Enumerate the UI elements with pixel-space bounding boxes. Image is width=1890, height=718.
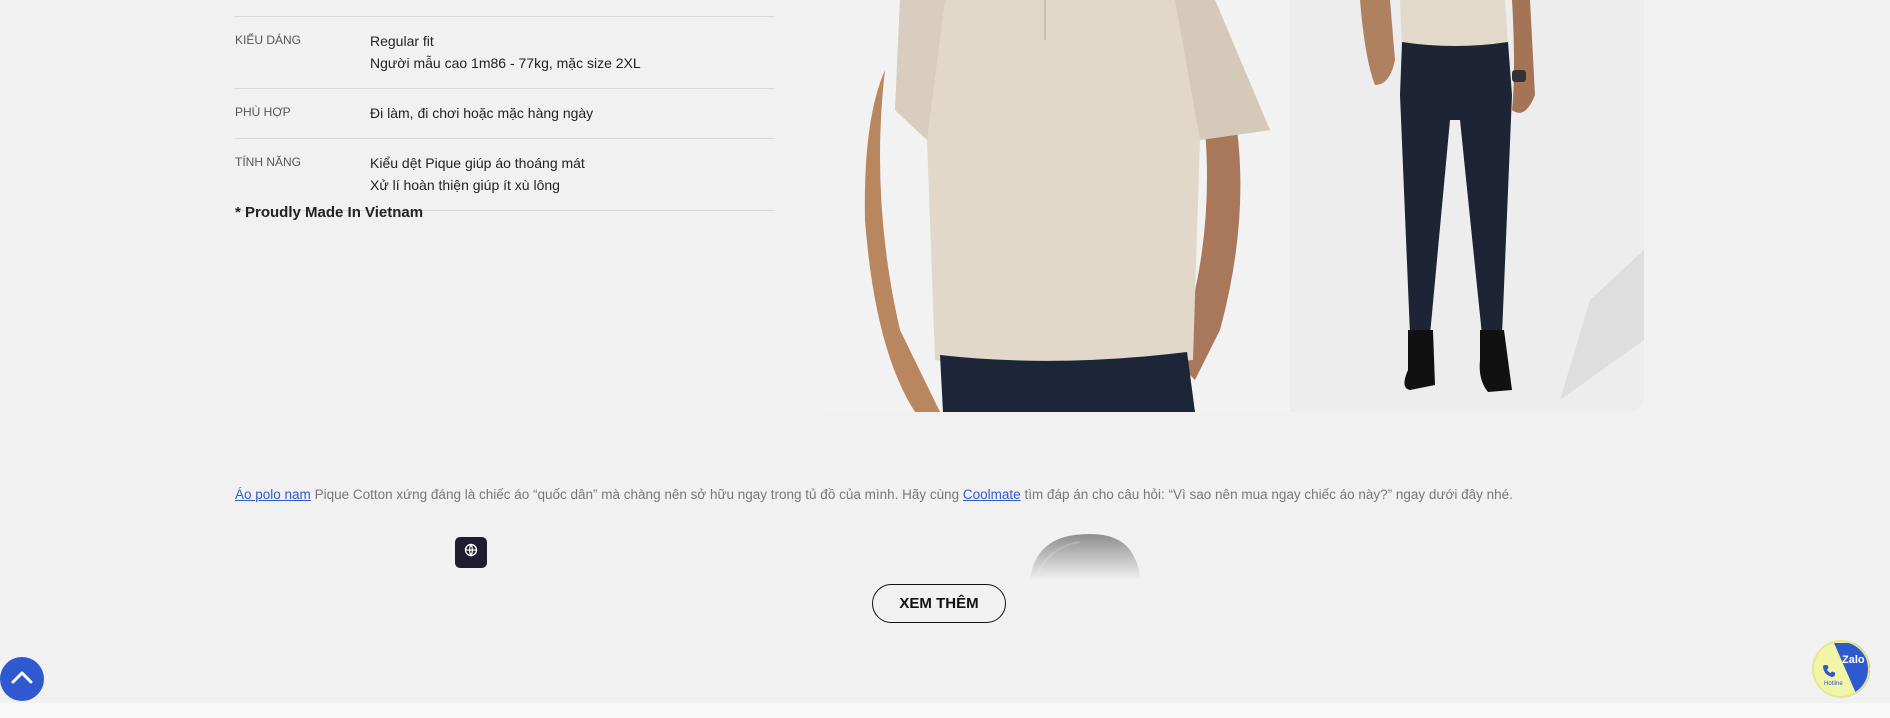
- spec-row-fit: KIỂU DÁNG Regular fit Người mẫu cao 1m86…: [235, 16, 775, 89]
- product-spec-table: KIỂU DÁNG Regular fit Người mẫu cao 1m86…: [235, 0, 775, 211]
- product-photo-full-outfit: [1290, 0, 1644, 412]
- polo-link[interactable]: Áo polo nam: [235, 487, 311, 502]
- globe-icon: [464, 543, 478, 562]
- spec-line: Kiểu dệt Pique giúp áo thoáng mát: [370, 155, 585, 171]
- see-more-button[interactable]: XEM THÊM: [872, 584, 1006, 623]
- chevron-up-icon: [11, 670, 33, 689]
- translate-chip[interactable]: [455, 537, 487, 568]
- spec-value: Regular fit Người mẫu cao 1m86 - 77kg, m…: [370, 30, 775, 74]
- spec-value: Kiểu dệt Pique giúp áo thoáng mát Xử lí …: [370, 152, 775, 196]
- product-photo-gallery: [815, 0, 1644, 412]
- preview-fade: [235, 525, 1645, 580]
- description-text: Pique Cotton xứng đáng là chiếc áo “quốc…: [310, 487, 963, 502]
- spec-key: PHÙ HỢP: [235, 105, 291, 119]
- coolmate-link[interactable]: Coolmate: [963, 487, 1021, 502]
- spec-key: TÍNH NĂNG: [235, 155, 301, 169]
- spec-row-features: TÍNH NĂNG Kiểu dệt Pique giúp áo thoáng …: [235, 139, 775, 211]
- spec-key: KIỂU DÁNG: [235, 33, 302, 47]
- product-description: Áo polo nam Pique Cotton xứng đáng là ch…: [235, 487, 1513, 502]
- spec-line: Người mẫu cao 1m86 - 77kg, mặc size 2XL: [370, 55, 641, 71]
- product-photo-polo-closeup: [815, 0, 1290, 412]
- spec-row-suitable: PHÙ HỢP Đi làm, đi chơi hoặc mặc hàng ng…: [235, 89, 775, 139]
- spec-line: Đi làm, đi chơi hoặc mặc hàng ngày: [370, 105, 594, 121]
- footer-strip: [0, 703, 1890, 718]
- article-preview: [235, 525, 1645, 580]
- spec-line: Xử lí hoàn thiện giúp ít xù lông: [370, 177, 560, 193]
- made-in-vietnam-note: * Proudly Made In Vietnam: [235, 204, 424, 221]
- scroll-to-top-button[interactable]: [0, 657, 44, 701]
- zalo-hotline-widget[interactable]: Zalo Hotline: [1812, 640, 1870, 698]
- spec-value: Đi làm, đi chơi hoặc mặc hàng ngày: [370, 102, 775, 124]
- hotline-label: Hotline: [1824, 681, 1843, 687]
- zalo-label: Zalo: [1842, 654, 1865, 666]
- spec-line: Regular fit: [370, 33, 434, 49]
- description-text: tìm đáp án cho câu hỏi: “Vì sao nên mua …: [1020, 487, 1513, 502]
